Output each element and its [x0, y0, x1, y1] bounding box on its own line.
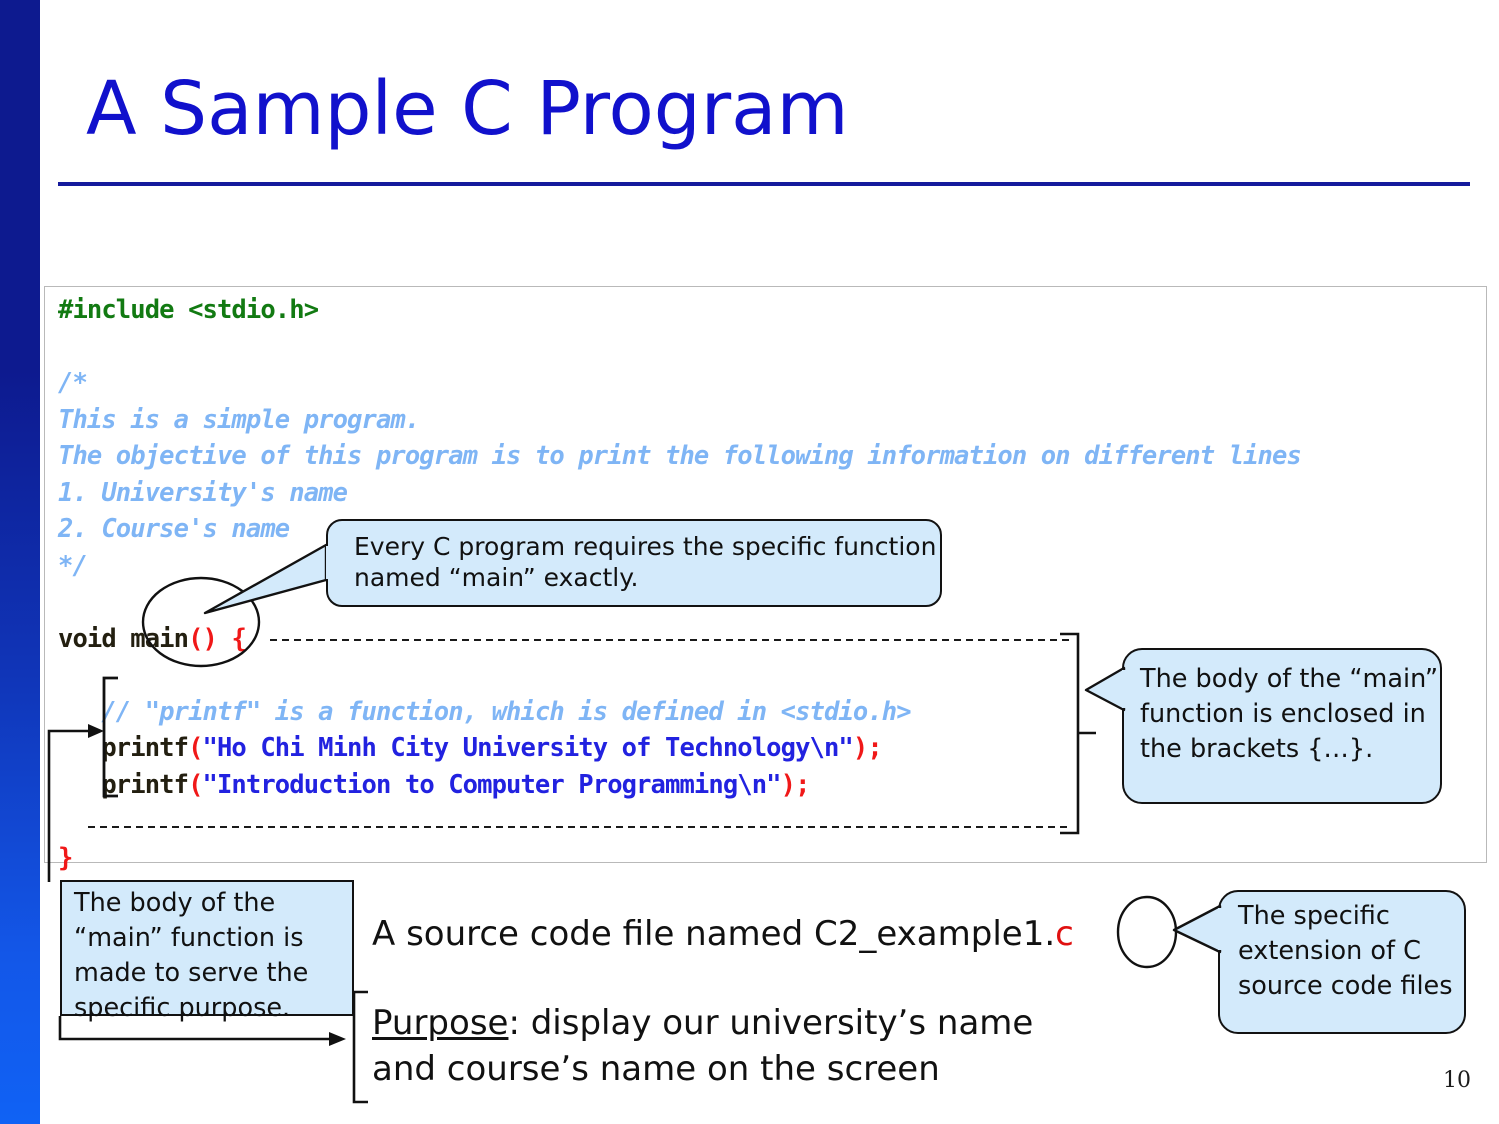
source-file-extension: c [1055, 914, 1074, 954]
page-number: 10 [1443, 1068, 1471, 1093]
callout-body-purpose: The body of the “main” function is made … [60, 880, 354, 1023]
callout-extension-tail [1172, 904, 1222, 954]
code-line: This is a simple program. [58, 402, 1488, 439]
callout-body-purpose-text: The body of the “main” function is made … [74, 888, 309, 1023]
callout-main-function: Every C program requires the specific fu… [326, 519, 942, 607]
code-token: "Ho Chi Minh City University of Technolo… [202, 733, 854, 763]
code-token: printf [58, 733, 189, 763]
code-token: // "printf" is a function, which is defi… [101, 696, 911, 727]
callout-body-brackets-text: The body of the “main” function is enclo… [1140, 664, 1439, 764]
code-token: The objective of this program is to prin… [58, 441, 1302, 471]
code-token: } [58, 842, 73, 873]
purpose-rest: : display our university’s name [508, 1003, 1034, 1043]
code-token: "Introduction to Computer Programming\n" [202, 769, 782, 800]
code-token: #include <stdio.h> [58, 295, 319, 325]
code-token: ); [852, 733, 883, 763]
code-line: } [58, 840, 1488, 877]
callout-main-function-text: Every C program requires the specific fu… [354, 532, 937, 592]
slide-canvas: A Sample C Program #include <stdio.h>​/*… [0, 0, 1499, 1124]
callout-c-extension-text: The specific extension of C source code … [1238, 901, 1453, 1001]
code-token: This is a simple program. [58, 404, 420, 435]
connector-purpose-box-to-text-arrowhead [329, 1032, 346, 1046]
code-line: ​ [58, 803, 1488, 840]
code-token: ( [188, 769, 203, 800]
code-token: void main [58, 623, 189, 654]
code-line: The objective of this program is to prin… [58, 438, 1488, 475]
code-line: /* [58, 365, 1488, 402]
code-token: 2. Course's name [58, 514, 290, 544]
code-line: 1. University's name [58, 475, 1488, 512]
purpose-line-2: and course’s name on the screen [372, 1049, 940, 1089]
callout-body-brackets: The body of the “main” function is enclo… [1122, 648, 1442, 804]
purpose-label: Purpose [372, 1003, 509, 1043]
code-line: #include <stdio.h> [58, 292, 1488, 329]
code-token: printf [58, 769, 189, 800]
source-file-line: A source code file named C2_example1.c [372, 912, 1074, 956]
code-token: */ [58, 550, 88, 581]
left-accent-bar [0, 0, 40, 1124]
bracket-purpose-text [352, 990, 368, 1104]
code-token: ( [188, 733, 203, 763]
source-file-prefix: A source code file named C2_example1 [372, 914, 1045, 954]
ellipse-c-extension [1116, 895, 1178, 969]
source-file-dot: . [1044, 914, 1056, 954]
title-divider [58, 182, 1470, 186]
code-token: ); [780, 769, 811, 800]
code-token: () [188, 623, 218, 654]
code-token: 1. University's name [58, 477, 348, 508]
page-title: A Sample C Program [86, 66, 849, 152]
purpose-line: Purpose: display our university’s name a… [372, 1000, 1033, 1092]
code-line: ​ [58, 329, 1488, 366]
callout-c-extension: The specific extension of C source code … [1218, 890, 1466, 1034]
code-token: /* [58, 368, 88, 398]
code-token: { [231, 623, 246, 654]
